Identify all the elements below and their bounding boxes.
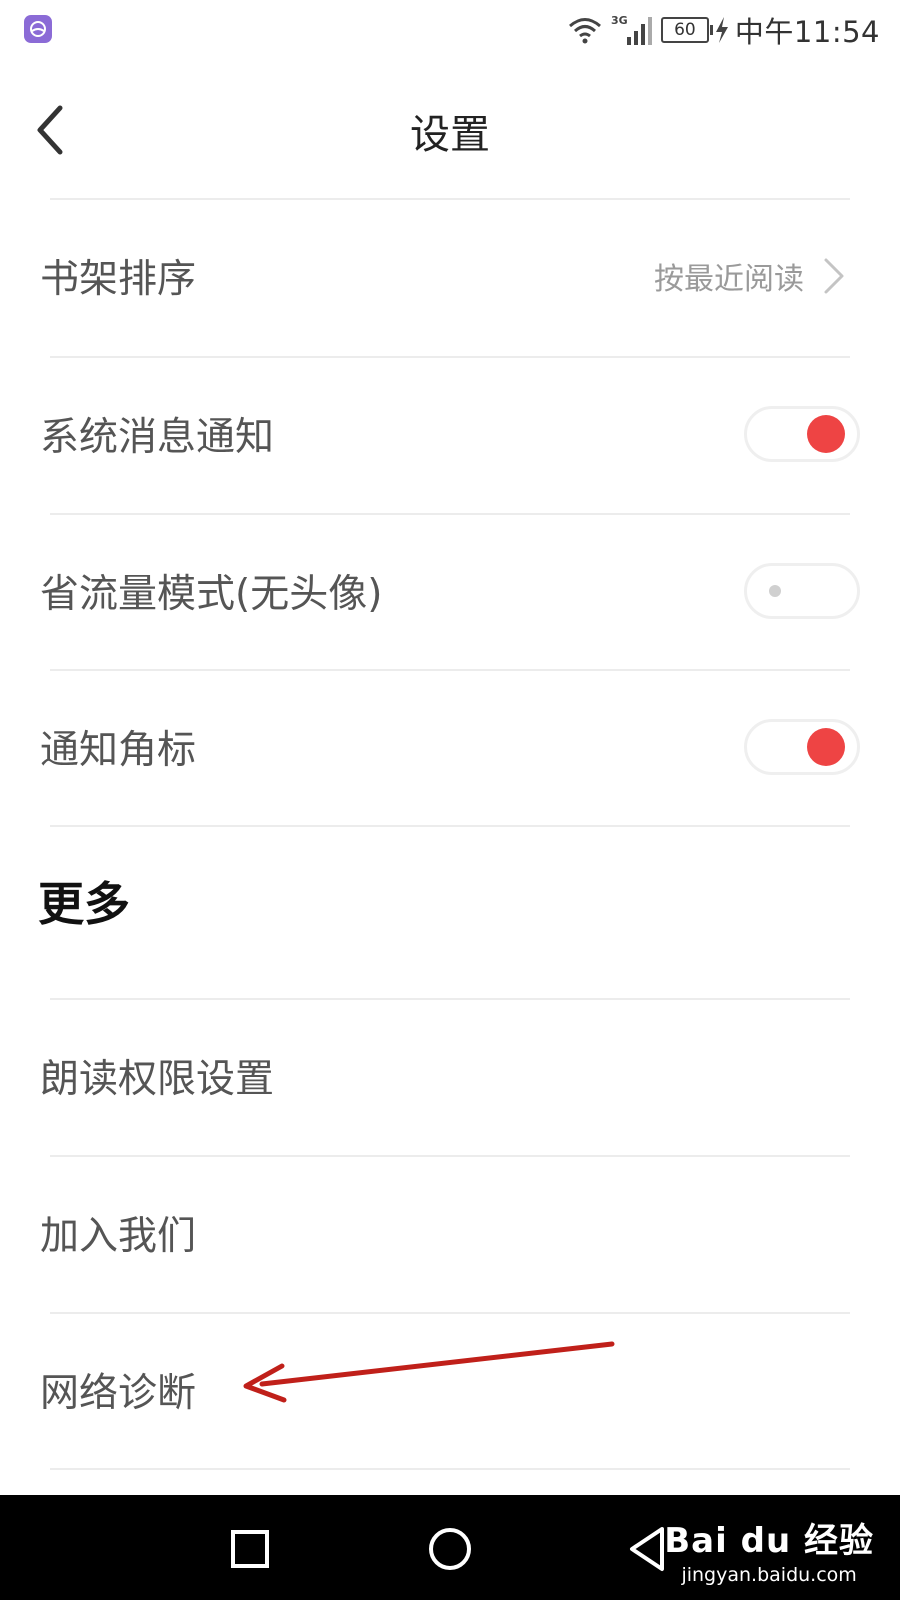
header: 设置 [0,62,900,197]
home-button[interactable] [420,1519,480,1579]
join-us-label: 加入我们 [40,1214,197,1259]
app-notification-icon [24,15,52,43]
join-us-row[interactable]: 加入我们 [0,1157,900,1309]
watermark-logo: Bai du 经验 [664,1521,874,1561]
toggle-knob [807,415,845,453]
divider [50,1468,850,1470]
read-aloud-permission-label: 朗读权限设置 [40,1057,275,1102]
square-icon [231,1530,269,1568]
badge-notification-toggle[interactable] [744,719,860,775]
divider [50,825,850,827]
status-time: 中午11:54 [734,15,880,49]
watermark-url: jingyan.baidu.com [681,1564,857,1586]
toggle-knob [807,728,845,766]
system-notification-row: 系统消息通知 [0,358,900,510]
status-bar: 3G 60 中午11:54 [0,0,900,62]
badge-notification-label: 通知角标 [40,728,197,773]
network-diagnosis-row[interactable]: 网络诊断 [0,1314,900,1466]
charging-bolt-icon [715,17,728,43]
page-title: 设置 [410,112,490,158]
wifi-icon [568,18,601,44]
signal-3g-icon: 3G [611,14,652,45]
toggle-knob [769,585,781,597]
data-saver-label: 省流量模式(无头像) [40,572,383,617]
chevron-right-icon [824,258,844,294]
network-diagnosis-label: 网络诊断 [40,1371,197,1416]
settings-screen: 3G 60 中午11:54 设置 书架排序 按最近阅读 系统消息通知 省流量模式… [0,0,900,1600]
network-type-label: 3G [611,14,628,27]
battery-indicator: 60 [660,17,713,43]
badge-notification-row: 通知角标 [0,671,900,823]
data-saver-toggle[interactable] [744,563,860,619]
read-aloud-permission-row[interactable]: 朗读权限设置 [0,1000,900,1152]
data-saver-row: 省流量模式(无头像) [0,515,900,667]
baidu-jingyan-watermark: Bai du 经验 jingyan.baidu.com [664,1513,874,1586]
more-section-title: 更多 [38,877,130,931]
shelf-sort-value: 按最近阅读 [654,262,804,297]
system-notification-label: 系统消息通知 [40,415,275,460]
navigation-bar: Bai du 经验 jingyan.baidu.com [0,1495,900,1600]
shelf-sort-row[interactable]: 书架排序 按最近阅读 [0,200,900,352]
circle-icon [429,1528,471,1570]
status-indicators: 3G 60 中午11:54 [567,10,880,50]
system-notification-toggle[interactable] [744,406,860,462]
shelf-sort-label: 书架排序 [40,257,197,302]
recent-apps-button[interactable] [220,1519,280,1579]
